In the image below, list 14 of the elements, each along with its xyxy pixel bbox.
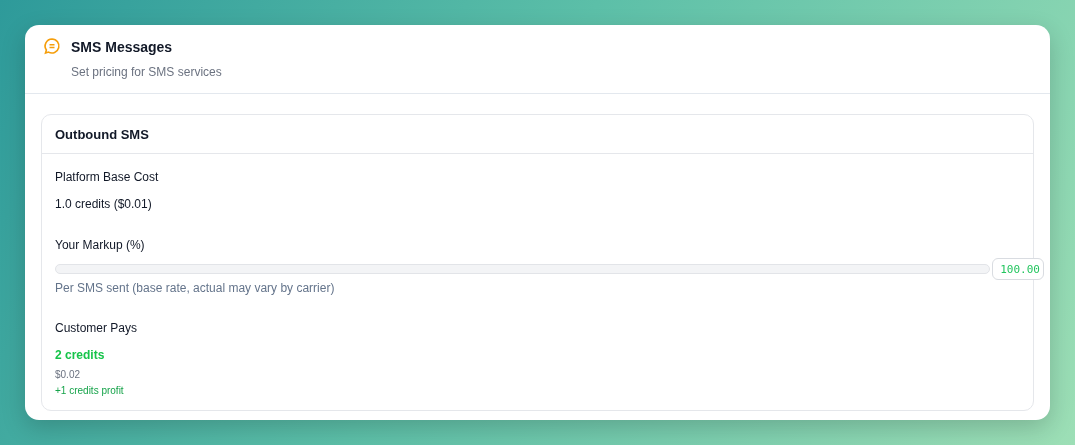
credits-amount: 2 credits xyxy=(55,347,106,363)
hint-text: Per SMS sent (base rate, actual may vary by carrier) xyxy=(55,280,336,296)
section-title: Outbound SMS xyxy=(55,127,149,142)
profit-text: +1 credits profit xyxy=(55,384,125,398)
card-title: SMS Messages xyxy=(71,38,174,57)
field-label: Platform Base Cost xyxy=(55,169,160,185)
base-cost-value: 1.0 credits ($0.01) xyxy=(55,196,153,212)
price-text: $0.02 xyxy=(55,368,82,382)
field-label: Your Markup (%) xyxy=(55,237,146,253)
chat-bubble-icon xyxy=(43,37,61,55)
field-label: Customer Pays xyxy=(55,320,139,336)
markup-track[interactable] xyxy=(55,264,990,274)
card-subtitle: Set pricing for SMS services xyxy=(71,64,222,80)
markup-input[interactable]: 100.00 xyxy=(992,258,1044,280)
